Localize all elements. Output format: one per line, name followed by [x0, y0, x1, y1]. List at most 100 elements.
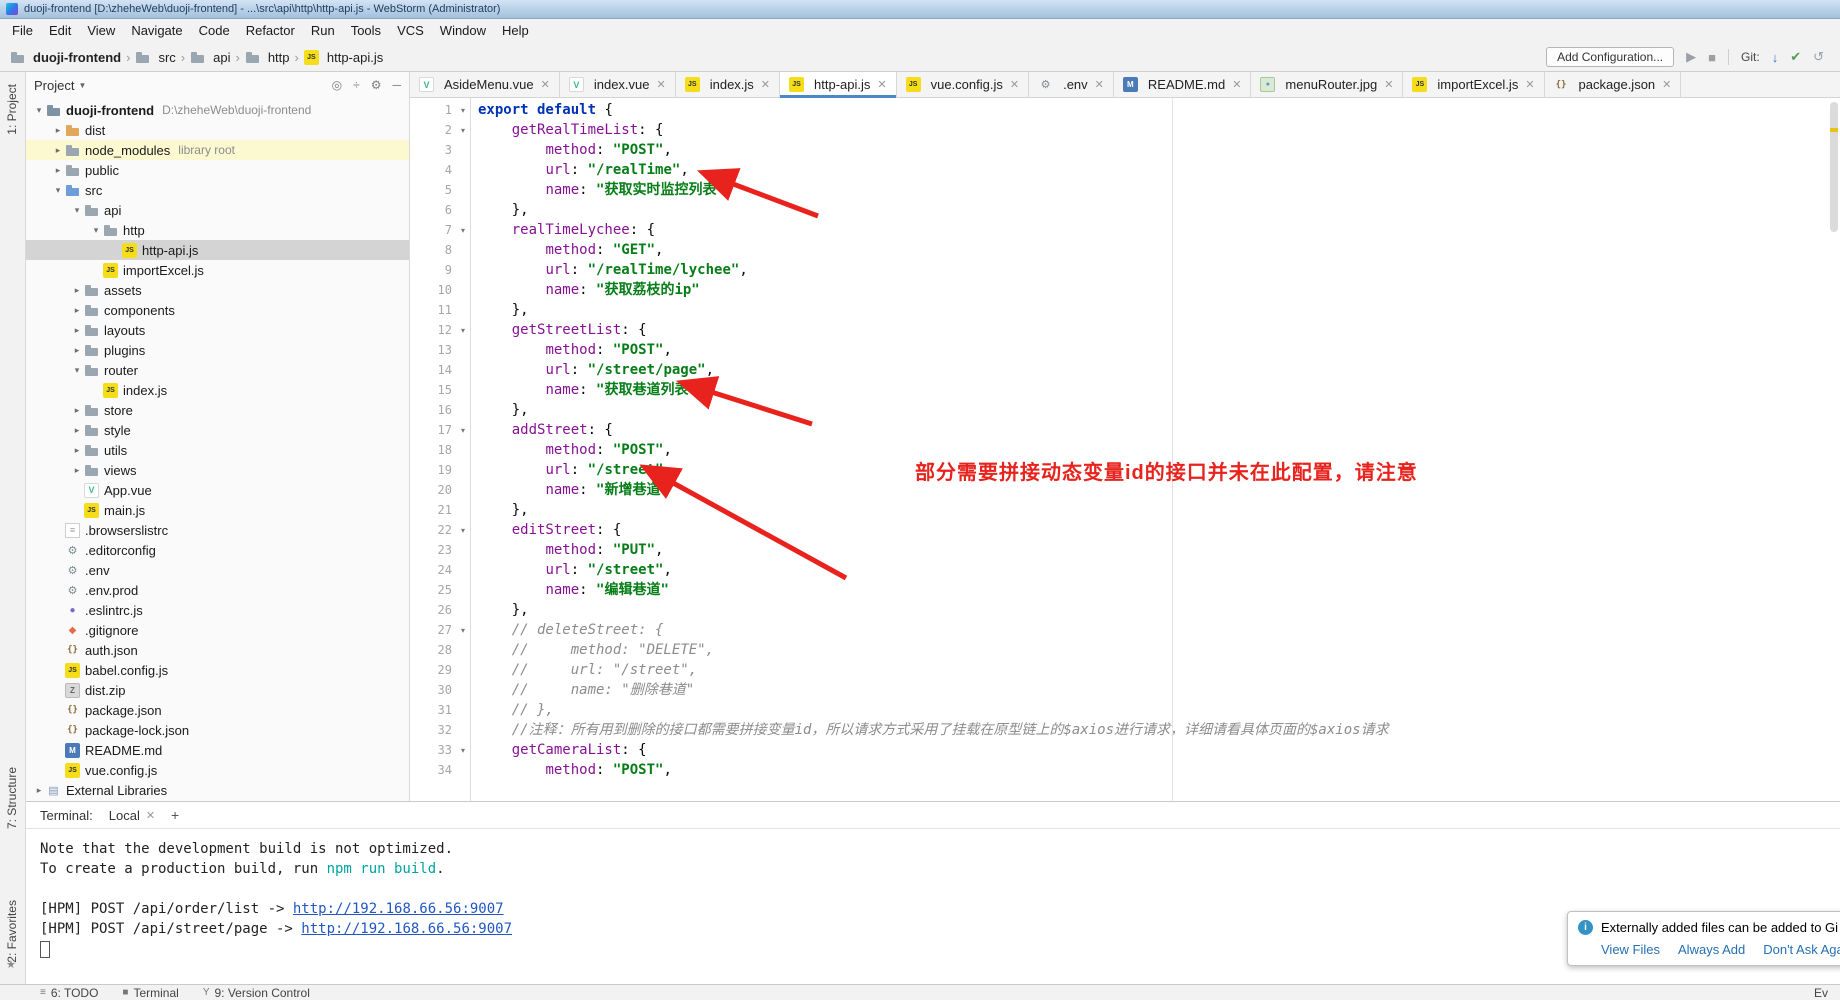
close-icon[interactable]: ✕: [1662, 78, 1671, 91]
tab-vue-config-js[interactable]: vue.config.js✕: [897, 72, 1029, 97]
code-line[interactable]: 32 //注释：所有用到删除的接口都需要拼接变量id，所以请求方式采用了挂载在原…: [410, 720, 1840, 740]
code-line[interactable]: 12▾ getStreetList: {: [410, 320, 1840, 340]
breadcrumb-item-http-api-js[interactable]: http-api.js: [304, 50, 383, 65]
tree-item-browserslistrc[interactable]: .browserslistrc: [26, 520, 409, 540]
chevron-expanded-icon[interactable]: ▾: [32, 105, 46, 116]
fold-icon[interactable]: ▾: [456, 126, 470, 135]
hide-panel-icon[interactable]: ─: [392, 78, 401, 92]
fold-icon[interactable]: ▾: [456, 426, 470, 435]
code-line[interactable]: 21 },: [410, 500, 1840, 520]
tab-menurouter-jpg[interactable]: menuRouter.jpg✕: [1251, 72, 1403, 97]
code-line[interactable]: 8 method: "GET",: [410, 240, 1840, 260]
fold-icon[interactable]: ▾: [456, 106, 470, 115]
fold-icon[interactable]: ▾: [456, 526, 470, 535]
tree-item-public[interactable]: ▸public: [26, 160, 409, 180]
code-line[interactable]: 31 // },: [410, 700, 1840, 720]
tree-item-app-vue[interactable]: App.vue: [26, 480, 409, 500]
tab-readme-md[interactable]: README.md✕: [1114, 72, 1252, 97]
git-commit-icon[interactable]: ✔: [1790, 49, 1801, 65]
fold-icon[interactable]: ▾: [456, 746, 470, 755]
tree-item-editorconfig[interactable]: .editorconfig: [26, 540, 409, 560]
tab-package-json[interactable]: package.json✕: [1545, 72, 1682, 97]
menu-refactor[interactable]: Refactor: [238, 19, 303, 43]
tool-button-favorites[interactable]: 2: Favorites: [5, 900, 19, 963]
tree-item-duoji-frontend[interactable]: ▾duoji-frontendD:\zheheWeb\duoji-fronten…: [26, 100, 409, 120]
tree-item-components[interactable]: ▸components: [26, 300, 409, 320]
tree-item-external-libraries[interactable]: ▸External Libraries: [26, 780, 409, 800]
tree-item-src[interactable]: ▾src: [26, 180, 409, 200]
chevron-collapsed-icon[interactable]: ▸: [70, 325, 84, 336]
close-icon[interactable]: ✕: [1384, 78, 1393, 91]
code-editor[interactable]: 1▾export default {2▾ getRealTimeList: {3…: [410, 98, 1840, 801]
chevron-collapsed-icon[interactable]: ▸: [51, 125, 65, 136]
chevron-collapsed-icon[interactable]: ▸: [51, 165, 65, 176]
code-line[interactable]: 26 },: [410, 600, 1840, 620]
menu-window[interactable]: Window: [432, 19, 494, 43]
tree-item-api[interactable]: ▾api: [26, 200, 409, 220]
code-line[interactable]: 3 method: "POST",: [410, 140, 1840, 160]
close-icon[interactable]: ✕: [146, 809, 155, 822]
tab-index-js[interactable]: index.js✕: [676, 72, 780, 97]
close-icon[interactable]: ✕: [541, 78, 550, 91]
notification-action-view-files[interactable]: View Files: [1601, 942, 1660, 957]
breadcrumb-item-api[interactable]: api: [190, 50, 230, 65]
editor-scrollbar[interactable]: [1828, 98, 1840, 801]
tree-item-gitignore[interactable]: .gitignore: [26, 620, 409, 640]
tree-item-router[interactable]: ▾router: [26, 360, 409, 380]
code-line[interactable]: 34 method: "POST",: [410, 760, 1840, 780]
tree-item-package-lock-json[interactable]: package-lock.json: [26, 720, 409, 740]
locate-file-icon[interactable]: ◎: [332, 78, 342, 92]
stop-icon[interactable]: ■: [1708, 50, 1716, 65]
chevron-collapsed-icon[interactable]: ▸: [51, 145, 65, 156]
menu-navigate[interactable]: Navigate: [123, 19, 190, 43]
notification-action-always-add[interactable]: Always Add: [1678, 942, 1745, 957]
status-item-terminal[interactable]: ■Terminal: [122, 986, 178, 1000]
breadcrumb-item-duoji-frontend[interactable]: duoji-frontend: [10, 50, 121, 65]
menu-vcs[interactable]: VCS: [389, 19, 432, 43]
chevron-collapsed-icon[interactable]: ▸: [70, 445, 84, 456]
tree-item-babel-config-js[interactable]: babel.config.js: [26, 660, 409, 680]
event-log-button[interactable]: Ev: [1814, 986, 1828, 1000]
tree-item-env-prod[interactable]: .env.prod: [26, 580, 409, 600]
project-panel-title[interactable]: Project: [34, 78, 74, 93]
tab-importexcel-js[interactable]: importExcel.js✕: [1403, 72, 1544, 97]
terminal-link[interactable]: http://192.168.66.56:9007: [301, 921, 512, 937]
breadcrumb-item-src[interactable]: src: [135, 50, 175, 65]
tree-item-dist[interactable]: ▸dist: [26, 120, 409, 140]
close-icon[interactable]: ✕: [761, 78, 770, 91]
code-line[interactable]: 24 url: "/street",: [410, 560, 1840, 580]
new-terminal-icon[interactable]: +: [171, 807, 179, 823]
notification-action-don-t-ask-agai[interactable]: Don't Ask Agai: [1763, 942, 1840, 957]
menu-run[interactable]: Run: [303, 19, 343, 43]
chevron-collapsed-icon[interactable]: ▸: [70, 425, 84, 436]
code-line[interactable]: 7▾ realTimeLychee: {: [410, 220, 1840, 240]
close-icon[interactable]: ✕: [877, 78, 886, 91]
tree-item-readme-md[interactable]: README.md: [26, 740, 409, 760]
code-line[interactable]: 29 // url: "/street",: [410, 660, 1840, 680]
terminal-link[interactable]: http://192.168.66.56:9007: [293, 901, 504, 917]
chevron-expanded-icon[interactable]: ▾: [70, 205, 84, 216]
menu-view[interactable]: View: [79, 19, 123, 43]
tab-env[interactable]: .env✕: [1029, 72, 1114, 97]
tree-item-plugins[interactable]: ▸plugins: [26, 340, 409, 360]
scrollbar-thumb[interactable]: [1830, 102, 1838, 232]
chevron-expanded-icon[interactable]: ▾: [70, 365, 84, 376]
menu-edit[interactable]: Edit: [41, 19, 79, 43]
tree-item-store[interactable]: ▸store: [26, 400, 409, 420]
tree-item-env[interactable]: .env: [26, 560, 409, 580]
code-line[interactable]: 15 name: "获取巷道列表": [410, 380, 1840, 400]
code-line[interactable]: 13 method: "POST",: [410, 340, 1840, 360]
code-line[interactable]: 23 method: "PUT",: [410, 540, 1840, 560]
code-line[interactable]: 17▾ addStreet: {: [410, 420, 1840, 440]
tab-http-api-js[interactable]: http-api.js✕: [780, 72, 897, 97]
tree-item-node-modules[interactable]: ▸node_moduleslibrary root: [26, 140, 409, 160]
chevron-down-icon[interactable]: ▼: [78, 81, 86, 90]
close-icon[interactable]: ✕: [1232, 78, 1241, 91]
close-icon[interactable]: ✕: [1525, 78, 1534, 91]
tree-item-utils[interactable]: ▸utils: [26, 440, 409, 460]
collapse-all-icon[interactable]: ÷: [353, 78, 360, 92]
code-line[interactable]: 10 name: "获取荔枝的ip": [410, 280, 1840, 300]
tree-item-style[interactable]: ▸style: [26, 420, 409, 440]
code-line[interactable]: 25 name: "编辑巷道": [410, 580, 1840, 600]
code-line[interactable]: 30 // name: "删除巷道": [410, 680, 1840, 700]
